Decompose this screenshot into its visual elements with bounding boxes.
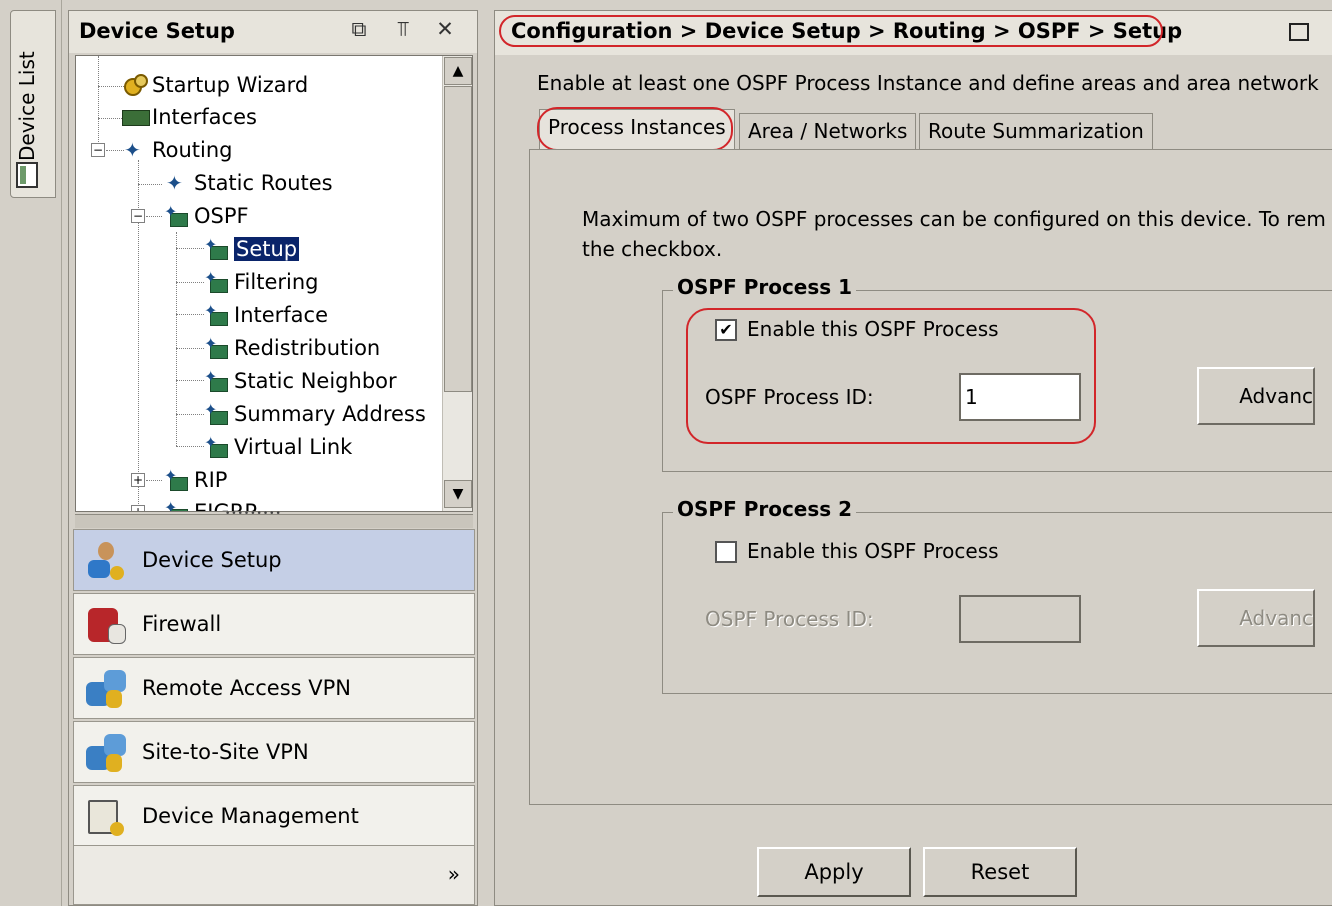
tree-scrollbar[interactable]: ▲ ▼ xyxy=(442,56,472,511)
tree-item-interface[interactable]: Interface xyxy=(204,296,328,330)
tab-area-networks[interactable]: Area / Networks xyxy=(739,113,917,149)
ospf-icon xyxy=(204,329,230,359)
process-1-highlight xyxy=(686,308,1096,444)
device-list-label: Device List xyxy=(15,51,39,161)
maximize-icon[interactable] xyxy=(1289,23,1309,41)
tree-item-rip[interactable]: RIP xyxy=(164,461,227,495)
ospf-icon xyxy=(204,428,230,458)
ospf-process-1-title: OSPF Process 1 xyxy=(673,275,857,299)
ospf-icon xyxy=(204,263,230,293)
nav-device-setup[interactable]: Device Setup xyxy=(73,529,475,591)
chevron-more-icon: » xyxy=(447,862,460,886)
pin-icon[interactable]: ⫪ xyxy=(389,17,417,45)
scroll-thumb[interactable] xyxy=(444,86,472,392)
enable-process-2-label: Enable this OSPF Process xyxy=(747,539,999,563)
intro-text: Enable at least one OSPF Process Instanc… xyxy=(537,71,1319,95)
nav-remote-access-vpn[interactable]: Remote Access VPN xyxy=(73,657,475,719)
ospf-icon xyxy=(204,230,230,260)
process-2-id-label: OSPF Process ID: xyxy=(705,607,874,631)
tree-item-startup-wizard[interactable]: Startup Wizard xyxy=(122,70,308,100)
process-2-id-input[interactable] xyxy=(959,595,1081,643)
breadcrumb-highlight xyxy=(499,15,1163,47)
breadcrumb-bar: Configuration > Device Setup > Routing >… xyxy=(495,11,1332,55)
ospf-collapse-toggle[interactable]: − xyxy=(131,209,145,223)
nav-more-button[interactable]: » xyxy=(73,845,475,905)
tree-item-static-routes[interactable]: Static Routes xyxy=(164,168,333,198)
tree-item-redistribution[interactable]: Redistribution xyxy=(204,329,380,363)
device-management-icon xyxy=(84,796,128,838)
tree-item-ospf[interactable]: OSPF xyxy=(164,197,249,231)
scroll-down-icon[interactable]: ▼ xyxy=(444,480,472,508)
left-panel-header: Device Setup ⧉ ⫪ ✕ xyxy=(69,11,477,53)
device-setup-icon xyxy=(84,540,128,582)
tree-item-virtual-link[interactable]: Virtual Link xyxy=(204,428,352,462)
tree-item-summary-address[interactable]: Summary Address xyxy=(204,395,426,429)
max-processes-text: Maximum of two OSPF processes can be con… xyxy=(582,207,1326,261)
ospf-icon xyxy=(204,296,230,326)
device-list-icon xyxy=(16,162,38,188)
process-instances-panel: Maximum of two OSPF processes can be con… xyxy=(529,149,1332,805)
routing-icon xyxy=(164,168,190,198)
reset-button[interactable]: Reset xyxy=(923,847,1077,897)
tree-item-interfaces[interactable]: Interfaces xyxy=(122,102,257,132)
tree-item-static-neighbor[interactable]: Static Neighbor xyxy=(204,362,397,396)
nav-site-to-site-vpn[interactable]: Site-to-Site VPN xyxy=(73,721,475,783)
rip-expand-toggle[interactable]: + xyxy=(131,473,145,487)
ospf-icon xyxy=(204,362,230,392)
firewall-icon xyxy=(84,604,128,646)
interfaces-icon xyxy=(122,106,150,128)
site-to-site-vpn-icon xyxy=(84,732,128,774)
routing-icon xyxy=(122,135,148,165)
ospf-icon xyxy=(204,395,230,425)
ospf-icon xyxy=(164,493,190,511)
left-navigation-panel: Device Setup ⧉ ⫪ ✕ − − + + Startup Wizar… xyxy=(68,10,478,906)
device-setup-tree: − − + + Startup Wizard Interfaces Routin… xyxy=(75,55,473,512)
panel-splitter[interactable] xyxy=(75,509,473,528)
scroll-up-icon[interactable]: ▲ xyxy=(444,57,472,85)
close-icon[interactable]: ✕ xyxy=(431,17,459,45)
routing-collapse-toggle[interactable]: − xyxy=(91,143,105,157)
ospf-process-2-title: OSPF Process 2 xyxy=(673,497,857,521)
ospf-icon xyxy=(164,197,190,227)
main-content-panel: Configuration > Device Setup > Routing >… xyxy=(494,10,1332,906)
left-panel-title: Device Setup xyxy=(79,19,235,43)
float-window-icon[interactable]: ⧉ xyxy=(345,17,373,45)
tab-highlight xyxy=(537,107,733,151)
tree-item-setup[interactable]: Setup xyxy=(204,230,300,264)
tree-item-filtering[interactable]: Filtering xyxy=(204,263,318,297)
tree-item-routing[interactable]: Routing xyxy=(122,135,233,165)
remote-access-vpn-icon xyxy=(84,668,128,710)
nav-device-management[interactable]: Device Management xyxy=(73,785,475,847)
ospf-icon xyxy=(164,461,190,491)
apply-button[interactable]: Apply xyxy=(757,847,911,897)
process-1-advanced-button[interactable]: Advanc xyxy=(1197,367,1315,425)
ospf-process-2-group: OSPF Process 2 Enable this OSPF Process … xyxy=(662,497,1332,694)
tab-route-summarization[interactable]: Route Summarization xyxy=(919,113,1153,149)
nav-firewall[interactable]: Firewall xyxy=(73,593,475,655)
enable-process-2-checkbox[interactable] xyxy=(715,541,737,563)
eigrp-expand-toggle[interactable]: + xyxy=(131,505,145,511)
wizard-icon xyxy=(122,74,148,96)
process-2-advanced-button[interactable]: Advanc xyxy=(1197,589,1315,647)
